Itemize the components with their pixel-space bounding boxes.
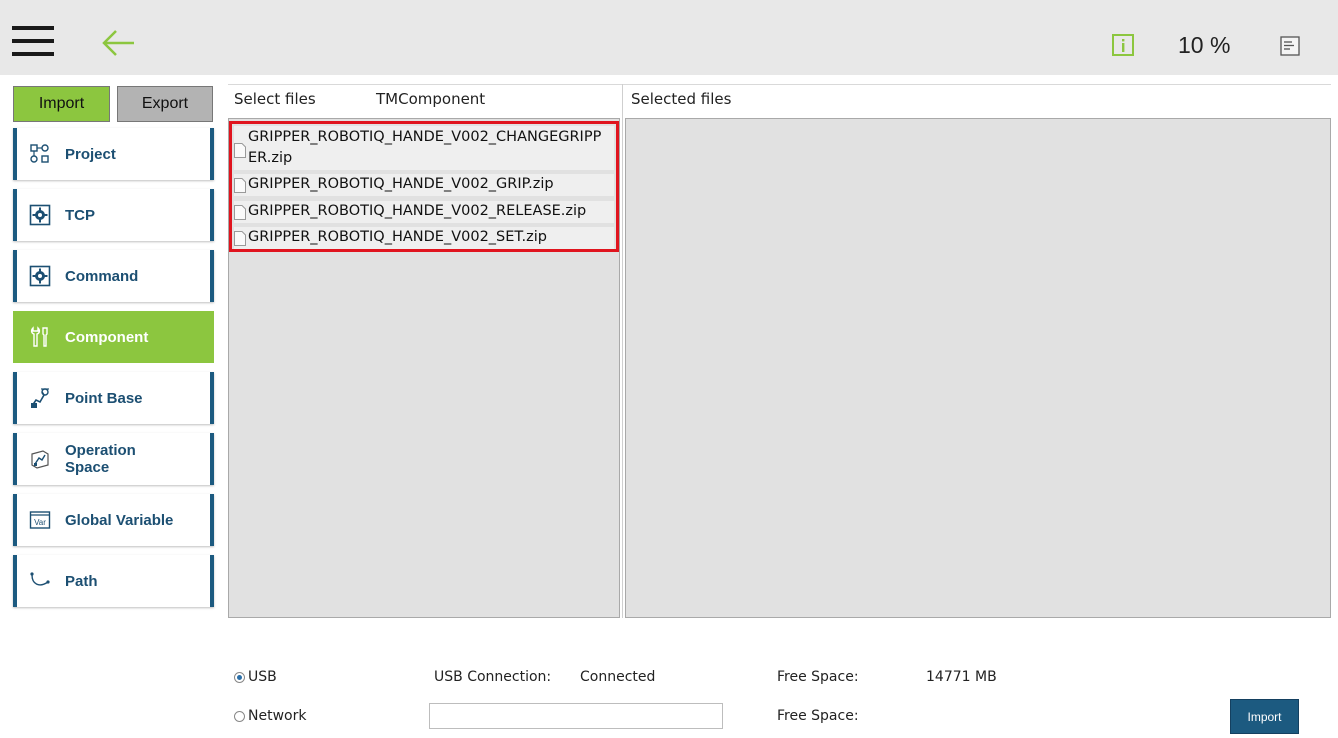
folder-name: TMComponent [376,90,486,108]
point-base-icon [31,388,49,408]
gear-box-icon [29,265,51,287]
usb-free-space-value: 14771 MB [926,669,997,685]
sidebar-item-label: Project [65,145,116,163]
top-bar: 10 % [0,0,1338,75]
tab-import[interactable]: Import [13,86,110,122]
select-files-label: Select files [234,90,316,108]
usb-connection-status: Connected [580,669,656,685]
sidebar-item-label: TCP [65,206,95,224]
panel-divider [622,84,623,618]
sidebar-item-label: Path [65,572,98,590]
sidebar-item-component[interactable]: Component [13,311,214,363]
project-icon [30,144,49,163]
network-free-space-label: Free Space: [777,708,859,724]
usb-radio[interactable]: USB [234,669,277,685]
sidebar-item-label: Operation Space [65,442,136,476]
gear-box-icon [29,204,51,226]
log-icon[interactable] [1280,36,1300,56]
sidebar-item-label: Component [65,328,149,346]
sidebar-item-global-variable[interactable]: Var Global Variable [13,494,214,546]
network-radio-label: Network [248,708,307,724]
selected-files-label: Selected files [631,90,732,108]
operation-space-icon [31,450,49,469]
path-icon [30,572,50,586]
files-divider [228,84,1331,85]
app-window: 10 % Import Export Project TCP Command C… [0,0,1338,738]
sidebar-item-operation-space[interactable]: Operation Space [13,433,214,485]
menu-icon[interactable] [12,26,54,56]
component-icon [30,326,48,347]
sidebar-item-label: Global Variable [65,511,174,529]
sidebar-item-tcp[interactable]: TCP [13,189,214,241]
back-arrow-icon[interactable] [98,25,138,61]
sidebar-item-path[interactable]: Path [13,555,214,607]
sidebar-item-label: Point Base [65,389,143,407]
radio-dot [234,671,245,683]
sidebar-item-point-base[interactable]: Point Base [13,372,214,424]
usb-radio-label: USB [248,669,277,685]
info-icon[interactable] [1112,34,1134,56]
svg-text:Var: Var [34,518,46,527]
sidebar: Import Export Project TCP Command Compon… [10,84,218,738]
import-button[interactable]: Import [1230,699,1299,734]
zoom-level: 10 % [1178,32,1231,58]
tab-export[interactable]: Export [117,86,213,122]
network-radio[interactable]: Network [234,708,306,724]
network-path-input[interactable] [429,703,723,729]
selected-file-list[interactable] [625,118,1331,618]
selection-highlight [229,121,619,252]
radio-dot [234,710,245,722]
sidebar-item-label: Command [65,267,139,285]
sidebar-item-command[interactable]: Command [13,250,214,302]
var-icon: Var [29,511,51,529]
usb-free-space-label: Free Space: [777,669,859,685]
sidebar-item-project[interactable]: Project [13,128,214,180]
usb-connection-label: USB Connection: [434,669,552,685]
